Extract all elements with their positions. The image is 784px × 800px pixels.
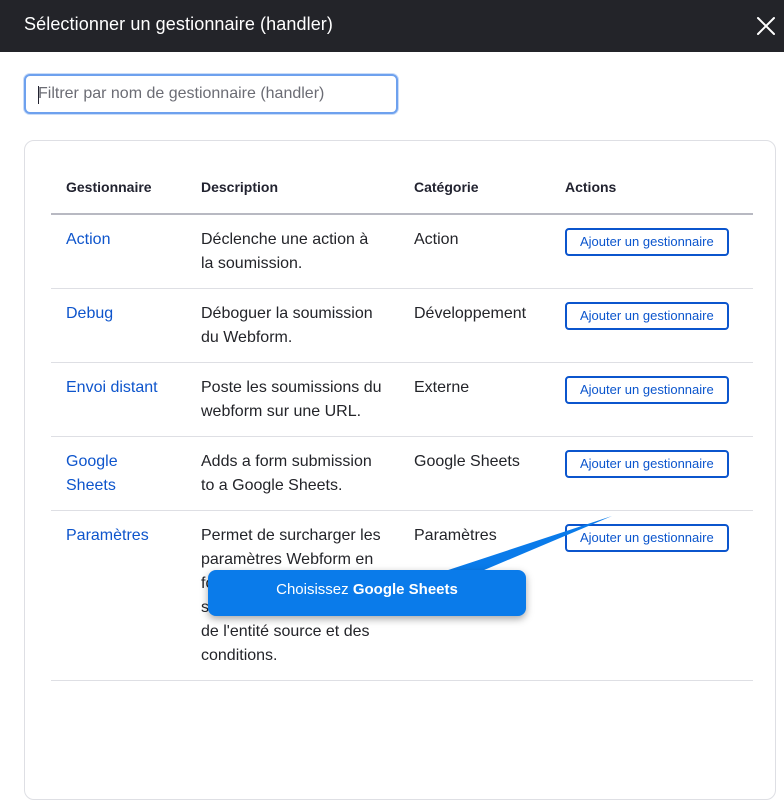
tooltip-prefix: Choisissez: [276, 581, 349, 598]
filter-input[interactable]: [26, 76, 396, 112]
header-gestionnaire: Gestionnaire: [51, 171, 186, 215]
handler-link-parametres[interactable]: Paramètres: [66, 527, 149, 544]
table-row: Action Déclenche une action à la soumiss…: [51, 214, 753, 289]
table-row: Envoi distant Poste les soumissions du w…: [51, 362, 753, 437]
handler-description: Déclenche une action à la soumission.: [186, 214, 399, 289]
add-handler-button-google-sheets[interactable]: Ajouter un gestionnaire: [565, 450, 729, 478]
close-icon[interactable]: [754, 14, 778, 38]
handler-link-action[interactable]: Action: [66, 231, 110, 248]
handler-description: Adds a form submis­sion to a Google Shee…: [186, 436, 399, 511]
table-header-row: Gestionnaire Description Catégorie Actio…: [51, 171, 753, 215]
dialog-title: Sélectionner un gestionnaire (handler): [24, 14, 333, 34]
add-handler-button-debug[interactable]: Ajouter un gestionnaire: [565, 302, 729, 330]
add-handler-button-envoi-distant[interactable]: Ajouter un gestionnaire: [565, 376, 729, 404]
handler-link-envoi-distant[interactable]: Envoi distant: [66, 379, 158, 396]
add-handler-button-action[interactable]: Ajouter un gestionnaire: [565, 228, 729, 256]
text-caret: [38, 86, 39, 104]
header-description: Description: [186, 171, 399, 215]
handler-category: Action: [399, 214, 550, 289]
table-row: Google Sheets Adds a form submis­sion to…: [51, 436, 753, 511]
handler-category: Google Sheets: [399, 436, 550, 511]
handler-description: Poste les soumissions du webform sur une…: [186, 362, 399, 437]
handler-link-debug[interactable]: Debug: [66, 305, 113, 322]
handler-category: Externe: [399, 362, 550, 437]
header-actions: Actions: [550, 171, 753, 215]
dialog-titlebar: Sélectionner un gestionnaire (handler): [0, 0, 784, 52]
add-handler-button-parametres[interactable]: Ajouter un gestionnaire: [565, 524, 729, 552]
tooltip-target: Google Sheets: [352, 581, 458, 598]
handlers-card: Gestionnaire Description Catégorie Actio…: [24, 140, 776, 800]
handler-link-google-sheets[interactable]: Google Sheets: [66, 453, 118, 494]
handler-description: Déboguer la soumission du Webform.: [186, 288, 399, 363]
table-row: Debug Déboguer la soumission du Webform.…: [51, 288, 753, 363]
header-categorie: Catégorie: [399, 171, 550, 215]
handler-category: Développement: [399, 288, 550, 363]
guide-tooltip: Choisissez Google Sheets: [208, 570, 526, 616]
filter-field[interactable]: [24, 74, 398, 114]
